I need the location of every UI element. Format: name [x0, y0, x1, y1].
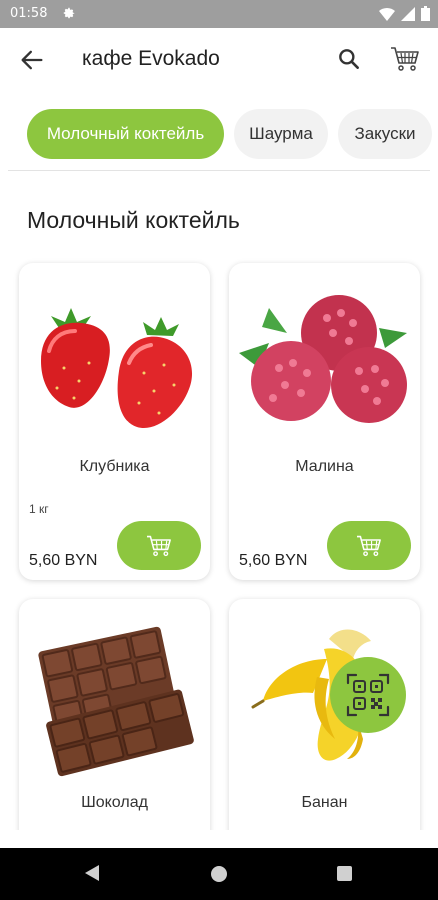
tab-milkshake[interactable]: Молочный коктейль — [27, 109, 224, 159]
tab-shawarma[interactable]: Шаурма — [234, 109, 328, 159]
product-name: Банан — [301, 794, 348, 811]
product-price: 5,60 BYN — [29, 552, 98, 569]
product-card-chocolate[interactable]: Шоколад — [19, 599, 210, 859]
product-card-raspberry[interactable]: Малина 5,60 BYN — [229, 263, 420, 580]
product-name: Шоколад — [81, 794, 148, 811]
product-price: 5,60 BYN — [239, 552, 308, 569]
status-time: 01:58 — [10, 6, 48, 21]
products-section: Молочный коктейль Клубника 1 кг 5,60 BYN — [0, 172, 438, 859]
product-name: Малина — [295, 458, 354, 475]
add-to-cart-button[interactable] — [327, 521, 411, 570]
page-title: кафе Evokado — [82, 47, 220, 70]
tab-snacks[interactable]: Закуски — [338, 109, 432, 159]
product-weight: 1 кг — [29, 502, 49, 516]
cart-icon — [147, 535, 171, 556]
gear-icon — [63, 7, 75, 19]
back-arrow-icon[interactable] — [18, 46, 46, 74]
section-title: Молочный коктейль — [27, 207, 240, 233]
status-bar: 01:58 — [0, 0, 438, 28]
product-name: Клубника — [79, 458, 150, 475]
cart-icon[interactable] — [390, 45, 420, 73]
qr-scan-button[interactable] — [330, 657, 406, 733]
nav-home-icon[interactable] — [211, 866, 227, 882]
category-tabs: Молочный коктейль Шаурма Закуски — [0, 92, 438, 172]
product-card-strawberry[interactable]: Клубника 1 кг 5,60 BYN — [19, 263, 210, 580]
wifi-icon — [379, 7, 395, 21]
add-to-cart-button[interactable] — [117, 521, 201, 570]
system-nav-bar — [0, 848, 438, 900]
chocolate-image — [38, 626, 194, 777]
product-card-banana[interactable]: Банан — [229, 599, 420, 859]
content-fade — [0, 830, 438, 848]
search-icon[interactable] — [336, 46, 362, 72]
raspberry-image — [239, 295, 407, 423]
qr-code-icon — [346, 673, 390, 717]
nav-back-icon[interactable] — [84, 864, 100, 882]
battery-icon — [421, 6, 430, 21]
cart-icon — [357, 535, 381, 556]
signal-icon — [401, 6, 415, 21]
app-bar: кафе Evokado — [0, 28, 438, 92]
strawberry-image — [41, 308, 193, 429]
nav-recent-apps-icon[interactable] — [337, 866, 352, 881]
divider — [8, 170, 430, 171]
